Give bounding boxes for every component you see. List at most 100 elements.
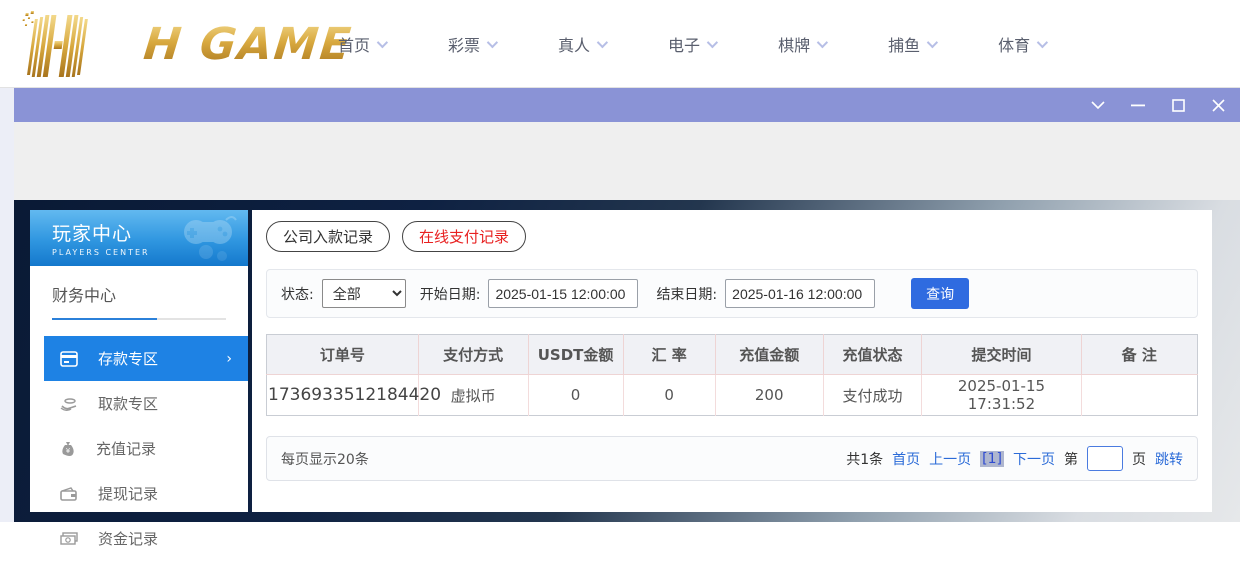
- cell-recharge-amount: 200: [715, 375, 823, 416]
- sidebar-item-label: 提现记录: [98, 483, 158, 504]
- wallet-icon: [60, 487, 78, 501]
- end-date-label: 结束日期:: [656, 284, 717, 304]
- window-dropdown-button[interactable]: [1084, 92, 1112, 118]
- window-maximize-button[interactable]: [1164, 92, 1192, 118]
- prev-page-link[interactable]: 上一页: [929, 449, 971, 469]
- sidebar-item-label: 资金记录: [98, 528, 158, 549]
- jump-page-input[interactable]: [1087, 446, 1123, 471]
- nav-label: 电子: [668, 32, 700, 56]
- col-submit-time: 提交时间: [922, 335, 1081, 375]
- chevron-down-icon: [377, 37, 388, 48]
- nav-item-lottery[interactable]: 彩票: [448, 32, 495, 56]
- sidebar-header: 玩家中心 PLAYERS CENTER: [30, 210, 248, 266]
- page-size-text: 每页显示20条: [281, 449, 369, 469]
- col-remark: 备 注: [1081, 335, 1197, 375]
- status-label: 状态:: [281, 284, 314, 304]
- window-minimize-button[interactable]: [1124, 92, 1152, 118]
- chevron-down-icon: [1091, 101, 1105, 110]
- sidebar-item-fund-records[interactable]: 资金记录: [30, 516, 248, 561]
- table-header-row: 订单号 支付方式 USDT金额 汇 率 充值金额 充值状态 提交时间 备 注: [267, 335, 1198, 375]
- sidebar: 玩家中心 PLAYERS CENTER 财务中心: [30, 210, 248, 512]
- sidebar-item-label: 取款专区: [98, 393, 158, 414]
- filter-bar: 状态: 全部 开始日期: 结束日期: 查询: [266, 269, 1198, 318]
- window-close-button[interactable]: [1204, 92, 1232, 118]
- sidebar-section-label: 财务中心: [52, 282, 248, 306]
- next-page-link[interactable]: 下一页: [1013, 449, 1055, 469]
- cell-order-number: 1736933512184420: [267, 375, 419, 416]
- chevron-down-icon: [817, 37, 828, 48]
- tab-online-payment-records[interactable]: 在线支付记录: [402, 221, 526, 252]
- first-page-link[interactable]: 首页: [892, 449, 920, 469]
- sidebar-item-label: 充值记录: [96, 438, 156, 459]
- cell-usdt-amount: 0: [528, 375, 623, 416]
- logo[interactable]: H GAME: [18, 8, 352, 80]
- jump-prefix-text: 第: [1064, 449, 1078, 469]
- sidebar-section: 财务中心: [30, 266, 248, 330]
- logo-text: H GAME: [141, 19, 355, 70]
- sidebar-item-withdrawal-records[interactable]: 提现记录: [30, 471, 248, 516]
- sidebar-item-recharge-records[interactable]: ¥ 充值记录: [30, 426, 248, 471]
- cell-recharge-status: 支付成功: [823, 375, 922, 416]
- withdraw-hand-icon: [60, 396, 78, 412]
- sidebar-item-withdraw[interactable]: 取款专区: [30, 381, 248, 426]
- nav-item-fishing[interactable]: 捕鱼: [888, 32, 935, 56]
- deposit-card-icon: [60, 351, 78, 367]
- start-date-input[interactable]: [488, 279, 638, 308]
- site-header: H GAME 首页 彩票 真人 电子 棋牌 捕鱼 体育: [0, 0, 1240, 88]
- table-row: 1736933512184420 虚拟币 0 0 200 支付成功 2025-0…: [267, 375, 1198, 416]
- gamepad-icon: [176, 216, 240, 262]
- nav-label: 捕鱼: [888, 32, 920, 56]
- cell-submit-time: 2025-01-15 17:31:52: [922, 375, 1081, 416]
- col-usdt-amount: USDT金额: [528, 335, 623, 375]
- total-count-text: 共1条: [846, 449, 883, 469]
- nav-item-sports[interactable]: 体育: [998, 32, 1045, 56]
- col-recharge-amount: 充值金额: [715, 335, 823, 375]
- chevron-right-icon: ›: [226, 351, 232, 367]
- nav-item-cards[interactable]: 棋牌: [778, 32, 825, 56]
- tabs-row: 公司入款记录 在线支付记录: [266, 221, 1198, 252]
- chevron-down-icon: [707, 37, 718, 48]
- close-icon: [1212, 99, 1225, 112]
- logo-stripes-icon: [18, 11, 138, 77]
- tab-company-deposit-records[interactable]: 公司入款记录: [266, 221, 390, 252]
- sidebar-item-label: 存款专区: [98, 348, 158, 369]
- money-bag-icon: ¥: [60, 441, 76, 457]
- maximize-icon: [1172, 99, 1185, 112]
- chevron-down-icon: [1037, 37, 1048, 48]
- nav-item-live[interactable]: 真人: [558, 32, 605, 56]
- col-exchange-rate: 汇 率: [623, 335, 715, 375]
- sidebar-item-deposit[interactable]: 存款专区 ›: [44, 336, 248, 381]
- pagination-bar: 每页显示20条 共1条 首页 上一页 [1] 下一页 第 页 跳转: [266, 436, 1198, 481]
- col-order-number: 订单号: [267, 335, 419, 375]
- main-nav: 首页 彩票 真人 电子 棋牌 捕鱼 体育: [338, 0, 1045, 88]
- chevron-down-icon: [597, 37, 608, 48]
- col-recharge-status: 充值状态: [823, 335, 922, 375]
- page-left-margin: [0, 88, 14, 522]
- nav-item-slots[interactable]: 电子: [668, 32, 715, 56]
- cell-remark: [1081, 375, 1197, 416]
- nav-item-home[interactable]: 首页: [338, 32, 385, 56]
- nav-label: 首页: [338, 32, 370, 56]
- start-date-label: 开始日期:: [420, 284, 481, 304]
- nav-label: 真人: [558, 32, 590, 56]
- minimize-icon: [1131, 104, 1145, 107]
- sidebar-menu: 存款专区 › 取款专区 ¥ 充值记录 提现记录: [30, 336, 248, 561]
- jump-button[interactable]: 跳转: [1155, 449, 1183, 469]
- nav-label: 彩票: [448, 32, 480, 56]
- chevron-down-icon: [487, 37, 498, 48]
- chevron-down-icon: [927, 37, 938, 48]
- end-date-input[interactable]: [725, 279, 875, 308]
- nav-label: 棋牌: [778, 32, 810, 56]
- window-titlebar: [14, 88, 1240, 122]
- banknotes-icon: [60, 532, 78, 546]
- section-underline: [52, 318, 226, 320]
- nav-label: 体育: [998, 32, 1030, 56]
- search-button[interactable]: 查询: [911, 278, 969, 309]
- records-table: 订单号 支付方式 USDT金额 汇 率 充值金额 充值状态 提交时间 备 注 1…: [266, 334, 1198, 416]
- svg-text:¥: ¥: [66, 447, 71, 455]
- app-window: 玩家中心 PLAYERS CENTER 财务中心: [14, 88, 1240, 522]
- cell-exchange-rate: 0: [623, 375, 715, 416]
- jump-suffix-text: 页: [1132, 449, 1146, 469]
- main-panel: 公司入款记录 在线支付记录 状态: 全部 开始日期: 结束日期: 查询 订单号 …: [252, 210, 1212, 512]
- status-select[interactable]: 全部: [322, 279, 406, 308]
